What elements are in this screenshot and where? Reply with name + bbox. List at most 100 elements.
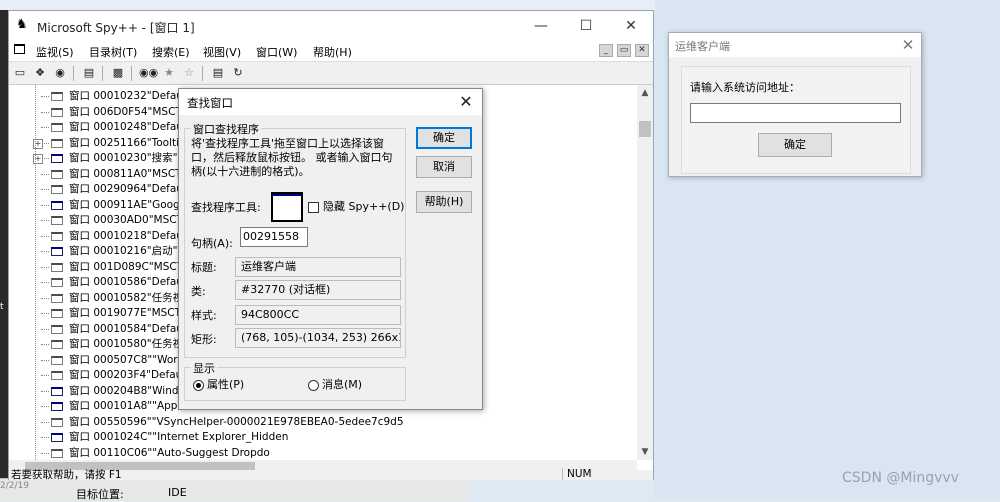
processes-icon[interactable]: ❖: [32, 65, 48, 81]
tree-item-label: 窗口 00550596""VSyncHelper-0000021E978EBEA…: [69, 415, 404, 428]
tree-item-label: 窗口 00010248"Default: [69, 121, 190, 133]
tree-connector: [41, 375, 49, 376]
properties-radio-label: 属性(P): [207, 378, 245, 391]
caption-field: 运维客户端: [235, 257, 401, 277]
messages-radio[interactable]: [308, 380, 319, 391]
menu-bar: 监视(S) 目录树(T) 搜索(E) 视图(V) 窗口(W) 帮助(H) _ ▭…: [9, 41, 653, 61]
window-icon: [51, 169, 63, 179]
menu-search[interactable]: 搜索(E): [152, 44, 190, 60]
mdi-minimize-button[interactable]: _: [599, 44, 613, 57]
properties-icon[interactable]: ▤: [210, 65, 226, 81]
find-process-icon[interactable]: ★: [161, 65, 177, 81]
find-window-icon[interactable]: ◉◉: [139, 65, 158, 81]
menu-monitor[interactable]: 监视(S): [36, 44, 74, 60]
toolbar-separator: [73, 66, 74, 81]
finder-tool-frame: [271, 192, 303, 222]
address-input[interactable]: [690, 103, 901, 123]
rect-field: (768, 105)-(1034, 253) 266x148: [235, 328, 401, 348]
find-dialog-titlebar[interactable]: 查找窗口 ✕: [179, 89, 482, 115]
tree-connector: [41, 96, 49, 97]
refresh-icon[interactable]: ↻: [230, 65, 246, 81]
vertical-scroll-thumb[interactable]: [639, 121, 651, 137]
toolbar-separator: [202, 66, 203, 81]
close-icon[interactable]: ✕: [451, 90, 481, 114]
hide-spy-checkbox[interactable]: [308, 202, 319, 213]
status-bar: 若要获取帮助，请按 F1 NUM: [9, 468, 653, 481]
tree-item-label: 窗口 0001024C""Internet Explorer_Hidden: [69, 431, 289, 443]
tree-connector: [41, 452, 49, 454]
tree-item-label: 窗口 006D0F54"MSCT: [69, 105, 182, 118]
toolbar: ▭ ❖ ◉ ▤ ▩ ◉◉ ★ ☆ ▤ ↻: [9, 61, 653, 85]
find-thread-icon[interactable]: ☆: [181, 65, 197, 81]
help-button[interactable]: 帮助(H): [416, 191, 472, 213]
ok-button[interactable]: 确定: [416, 127, 472, 149]
scroll-down-icon[interactable]: ▼: [637, 444, 653, 460]
tree-item[interactable]: 窗口 0001024C""Internet Explorer_Hidden: [9, 430, 637, 446]
background-window-edge: [0, 10, 8, 480]
windows-icon[interactable]: ▭: [12, 65, 28, 81]
tree-item-label: 窗口 00010218"Default: [69, 229, 190, 242]
find-dialog-title: 查找窗口: [187, 96, 233, 110]
window-finder-group-title: 窗口查找程序: [191, 121, 261, 137]
window-icon: [51, 107, 63, 117]
tree-item-label: 窗口 000204B8"Windo: [69, 384, 185, 397]
tree-item-label: 窗口 00290964"Default: [69, 183, 190, 195]
tree-item[interactable]: 窗口 00110C06""Auto-Suggest Dropdo: [9, 446, 637, 461]
tree-item-label: 窗口 0019077E"MSCT: [69, 307, 182, 319]
style-field: 94C800CC: [235, 305, 401, 325]
rect-label: 矩形:: [191, 333, 217, 346]
close-button[interactable]: ✕: [609, 11, 653, 41]
minimize-button[interactable]: —: [519, 11, 563, 41]
window-icon: [51, 402, 63, 411]
scroll-up-icon[interactable]: ▲: [637, 85, 653, 101]
spy-titlebar[interactable]: ♞ Microsoft Spy++ - [窗口 1] — ☐ ✕: [9, 11, 653, 41]
properties-radio[interactable]: [193, 380, 204, 391]
tree-connector: [41, 266, 49, 268]
log-messages-icon[interactable]: ▩: [110, 65, 126, 81]
menu-tree[interactable]: 目录树(T): [89, 44, 137, 60]
ops-dialog-titlebar[interactable]: 运维客户端 ✕: [669, 33, 921, 57]
window-icon: [51, 324, 63, 334]
window-icon: [51, 433, 63, 442]
background-window-strip: [0, 478, 470, 501]
tree-item-label: 窗口 00010582"任务视: [69, 291, 184, 304]
tree-item-label: 窗口 00010586"Default: [69, 276, 190, 288]
window-title: Microsoft Spy++ - [窗口 1]: [37, 21, 195, 35]
threads-icon[interactable]: ◉: [52, 65, 68, 81]
menu-window[interactable]: 窗口(W): [256, 44, 297, 60]
tree-item[interactable]: 窗口 00550596""VSyncHelper-0000021E978EBEA…: [9, 415, 637, 431]
tree-connector: [41, 204, 49, 206]
spy-app-icon[interactable]: ♞: [16, 18, 30, 32]
mdi-child-icon[interactable]: [14, 44, 25, 54]
window-icon: [51, 92, 63, 101]
tree-item-label: 窗口 001D089C"MSCT: [69, 260, 184, 273]
tree-connector: [41, 390, 49, 392]
tree-item-label: 窗口 000911AE"Google: [69, 198, 190, 211]
mdi-restore-button[interactable]: ▭: [617, 44, 631, 57]
style-label: 样式:: [191, 309, 217, 322]
handle-input[interactable]: 00291558: [240, 227, 308, 247]
tree-item-label: 窗口 00010584"Default: [69, 322, 190, 335]
menu-help[interactable]: 帮助(H): [313, 44, 352, 60]
close-icon[interactable]: ✕: [897, 35, 919, 55]
tree-connector: [41, 189, 49, 190]
tree-connector: [41, 111, 49, 113]
window-icon: [51, 138, 63, 148]
window-icon: [51, 262, 63, 272]
background-target-value: IDE: [168, 486, 187, 499]
menu-view[interactable]: 视图(V): [203, 44, 241, 60]
mdi-close-button[interactable]: ✕: [635, 44, 649, 57]
cancel-button[interactable]: 取消: [416, 156, 472, 178]
tree-connector: [41, 313, 49, 314]
tree-connector: [41, 406, 49, 407]
window-icon: [51, 417, 63, 427]
messages-icon[interactable]: ▤: [81, 65, 97, 81]
confirm-button[interactable]: 确定: [758, 133, 832, 157]
window-icon: [51, 247, 63, 256]
maximize-button[interactable]: ☐: [564, 11, 608, 41]
tree-item-label: 窗口 00010232"Default: [69, 90, 190, 102]
vertical-scrollbar[interactable]: [637, 85, 653, 460]
finder-instructions: 将'查找程序工具'拖至窗口上以选择该窗口，然后释放鼠标按钮。 或者输入窗口句柄(…: [191, 137, 393, 178]
window-icon: [51, 355, 63, 365]
background-window-date: 2/2/19: [0, 481, 29, 491]
